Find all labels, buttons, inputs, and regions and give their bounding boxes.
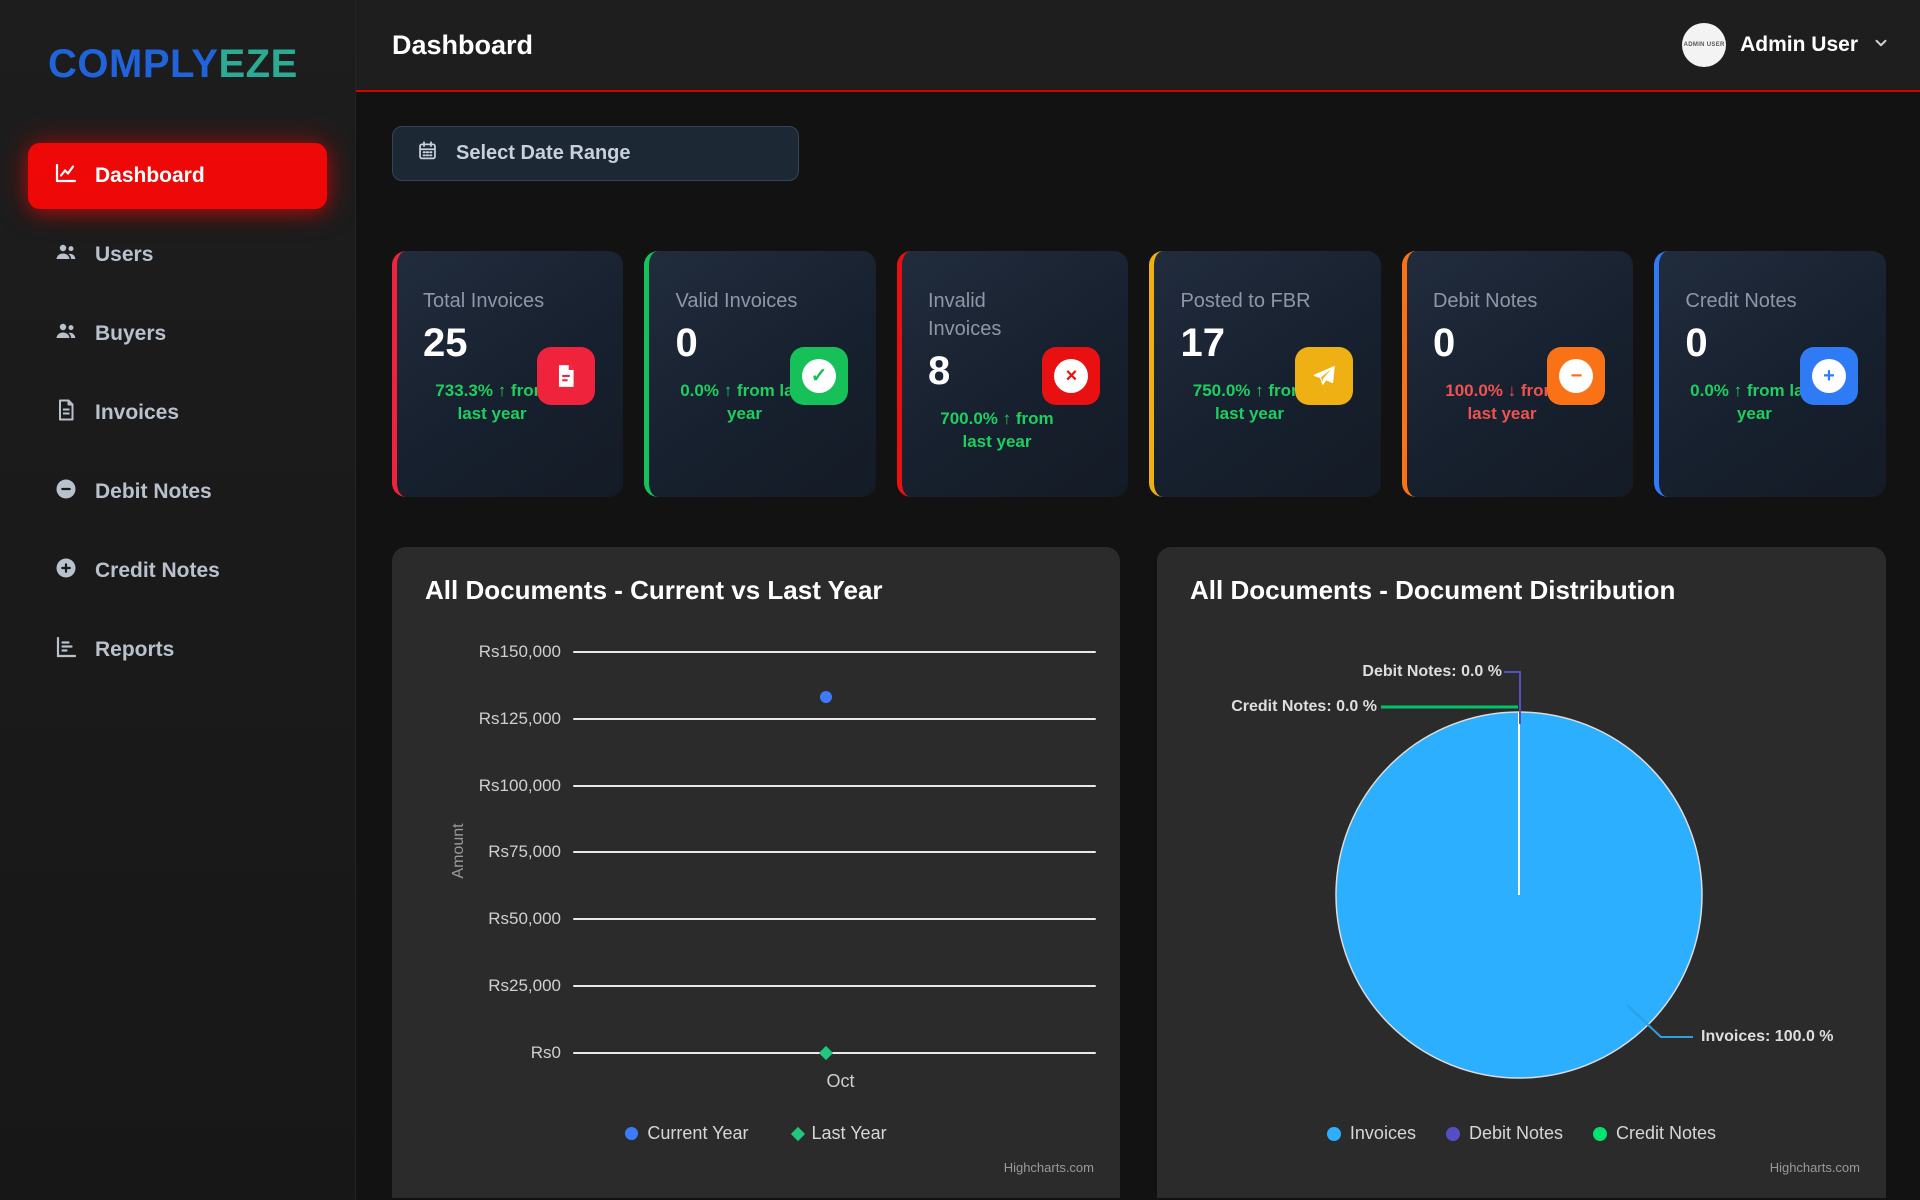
legend-marker-dot [1446,1127,1460,1141]
sidebar-item-label: Dashboard [95,164,205,188]
x-axis-label: Oct [585,1071,1096,1092]
stat-card-total-invoices: Total Invoices 25 733.3% ↑ from last yea… [392,251,623,497]
invoice-icon [537,347,595,405]
app-logo: COMPLYEZE [0,0,355,87]
users-icon [54,319,78,349]
sidebar-item-debit-notes[interactable]: Debit Notes [28,459,327,525]
calendar-icon [417,140,438,167]
sidebar-item-label: Reports [95,638,174,662]
stat-cards-row: Total Invoices 25 733.3% ↑ from last yea… [392,251,1886,497]
legend-marker-diamond [790,1126,804,1140]
gridline-row: Rs0 [392,1043,1096,1063]
page-title: Dashboard [392,30,533,61]
chart-legend: Invoices Debit Notes Credit Notes [1157,1123,1886,1144]
sidebar-item-users[interactable]: Users [28,222,327,288]
chart-legend: Current Year Last Year [392,1123,1120,1144]
stat-card-debit-notes: Debit Notes 0 − 100.0% ↓ from last year [1402,251,1633,497]
gridline-row: Rs75,000 [392,842,1096,862]
highcharts-credit-link[interactable]: Highcharts.com [1004,1160,1094,1175]
logo-secondary: EZE [218,42,297,86]
pie-label-invoices: Invoices: 100.0 % [1701,1028,1834,1046]
pie-chart [1157,547,1886,1198]
paper-plane-icon [1295,347,1353,405]
sidebar: COMPLYEZE Dashboard Users Buyers Invoice… [0,0,356,1200]
user-name: Admin User [1740,33,1858,57]
sidebar-item-buyers[interactable]: Buyers [28,301,327,367]
sidebar-item-label: Credit Notes [95,559,220,583]
chart-title: All Documents - Current vs Last Year [425,575,883,606]
legend-item-credit-notes[interactable]: Credit Notes [1593,1123,1716,1144]
sidebar-item-label: Debit Notes [95,480,212,504]
check-circle-icon: ✓ [790,347,848,405]
minus-circle-icon: − [1547,347,1605,405]
legend-item-debit-notes[interactable]: Debit Notes [1446,1123,1563,1144]
sidebar-item-label: Buyers [95,322,166,346]
legend-item-last-year[interactable]: Last Year [793,1123,887,1144]
stat-title: Credit Notes [1685,287,1817,315]
stat-title: Posted to FBR [1180,287,1312,315]
gridline-row: Rs100,000 [392,776,1096,796]
file-invoice-icon [54,398,78,428]
highcharts-credit-link[interactable]: Highcharts.com [1770,1160,1860,1175]
pie-label-credit-notes: Credit Notes: 0.0 % [1231,698,1377,716]
stat-card-valid-invoices: Valid Invoices 0 ✓ 0.0% ↑ from last year [644,251,875,497]
chart-line-icon [54,161,78,191]
stat-card-invalid-invoices: Invalid Invoices 8 × 700.0% ↑ from last … [897,251,1128,497]
stat-title: Total Invoices [423,287,555,315]
sidebar-item-reports[interactable]: Reports [28,617,327,683]
chart-document-distribution: All Documents - Document Distribution De… [1157,547,1886,1198]
chart-current-vs-last-year: All Documents - Current vs Last Year Rs1… [392,547,1120,1198]
x-circle-icon: × [1042,347,1100,405]
dashboard-content: Select Date Range Total Invoices 25 733.… [356,92,1920,1198]
pie-label-debit-notes: Debit Notes: 0.0 % [1362,663,1502,681]
gridline-row: Rs125,000 [392,709,1096,729]
plus-circle-icon [54,556,78,586]
sidebar-item-label: Users [95,243,153,267]
logo-primary: COMPLY [48,42,218,86]
sidebar-item-credit-notes[interactable]: Credit Notes [28,538,327,604]
minus-circle-icon [54,477,78,507]
stat-change: 700.0% ↑ from last year [928,408,1066,454]
charts-row: All Documents - Current vs Last Year Rs1… [392,547,1886,1198]
gridline-row: Rs50,000 [392,909,1096,929]
y-axis-title: Amount [450,806,468,896]
plus-circle-icon: + [1800,347,1858,405]
sidebar-item-label: Invoices [95,401,179,425]
users-icon [54,240,78,270]
stat-card-credit-notes: Credit Notes 0 + 0.0% ↑ from last year [1654,251,1885,497]
legend-marker-circle [625,1127,638,1140]
sidebar-item-dashboard[interactable]: Dashboard [28,143,327,209]
chevron-down-icon [1872,34,1890,57]
avatar: ADMIN USER [1682,23,1726,67]
chart-bar-icon [54,635,78,665]
sidebar-nav: Dashboard Users Buyers Invoices Debit No… [0,143,355,683]
stat-title: Valid Invoices [675,287,807,315]
legend-item-invoices[interactable]: Invoices [1327,1123,1416,1144]
legend-marker-dot [1593,1127,1607,1141]
legend-marker-dot [1327,1127,1341,1141]
top-header: Dashboard ADMIN USER Admin User [356,0,1920,92]
stat-title: Invalid Invoices [928,287,1060,343]
stat-title: Debit Notes [1433,287,1565,315]
gridline-row: Rs25,000 [392,976,1096,996]
sidebar-item-invoices[interactable]: Invoices [28,380,327,446]
current-year-point [820,691,832,703]
select-date-range-button[interactable]: Select Date Range [392,126,799,181]
date-range-label: Select Date Range [456,142,631,165]
stat-card-posted-to-fbr: Posted to FBR 17 750.0% ↑ from last year [1149,251,1380,497]
user-menu[interactable]: ADMIN USER Admin User [1682,23,1890,67]
gridline-row: Rs150,000 [392,642,1096,662]
legend-item-current-year[interactable]: Current Year [625,1123,748,1144]
